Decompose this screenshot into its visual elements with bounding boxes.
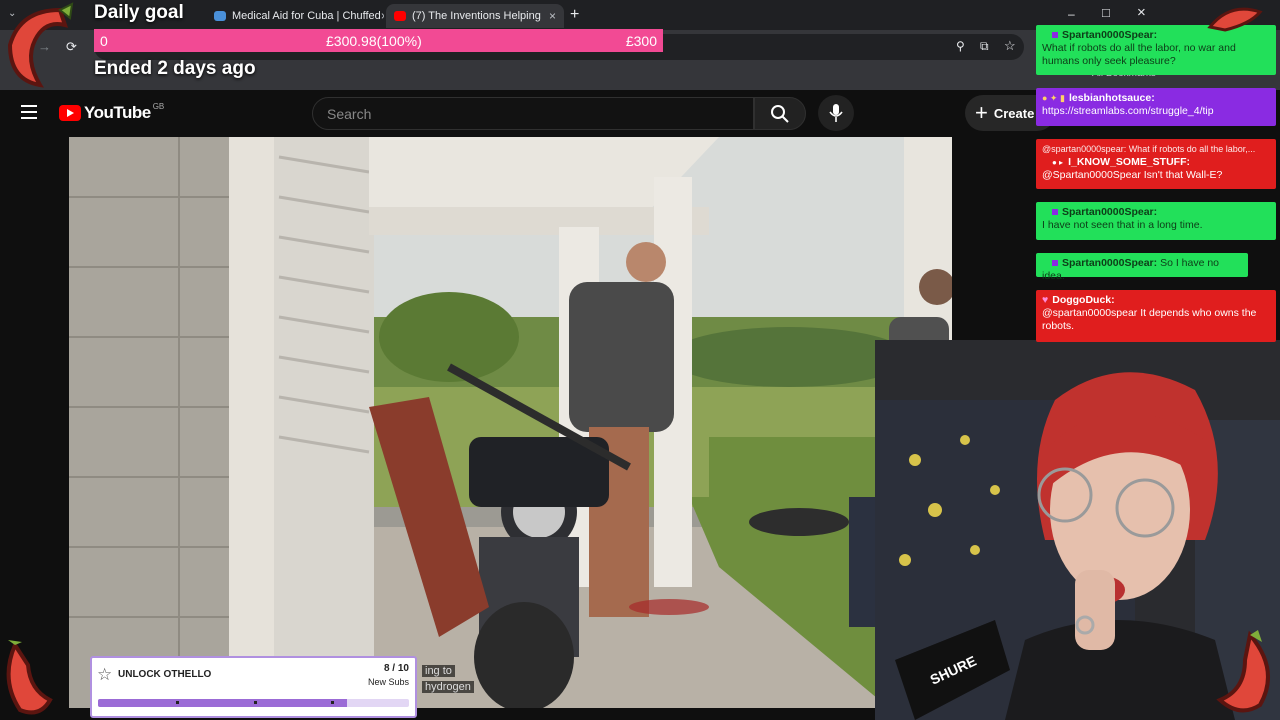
sub-goal-widget: ☆ UNLOCK OTHELLO 8 / 10 New Subs [90, 656, 417, 718]
close-tab-icon[interactable]: × [549, 9, 556, 23]
chat-badge-icon: ● ▸ [1052, 158, 1064, 167]
chat-reply-context: @spartan0000spear: What if robots do all… [1042, 144, 1256, 154]
chat-message: ♥ DoggoDuck: @spartan0000spear It depends… [1036, 290, 1276, 342]
chat-username: lesbianhotsauce: [1068, 92, 1155, 104]
goal-start-value: 0 [100, 32, 108, 49]
heart-icon: ♥ [1042, 294, 1049, 306]
chat-badge-icon: ● ✦ ▮ [1042, 93, 1065, 103]
close-window-button[interactable]: × [1137, 4, 1146, 21]
goal-current-value: £300.98(100%) [326, 32, 422, 49]
chat-text: https://streamlabs.com/struggle_4/tip [1042, 105, 1214, 117]
youtube-logo-text: YouTube [84, 103, 151, 122]
tab-youtube-video[interactable]: (7) The Inventions Helping × [386, 4, 564, 28]
chili-pepper-decoration-bottom-right [1216, 630, 1270, 713]
caption-line-1: ing to [422, 665, 455, 677]
sub-goal-unit: New Subs [367, 677, 409, 687]
chuffed-favicon-icon [214, 11, 226, 21]
sub-goal-count: 8 / 10 [383, 663, 409, 674]
youtube-play-icon [59, 105, 81, 121]
sub-goal-title: UNLOCK OTHELLO [118, 669, 212, 680]
minimize-button[interactable]: – [1068, 7, 1075, 21]
chat-message: Spartan0000Spear: I have not seen that i… [1036, 202, 1276, 240]
chat-badge-icon [1052, 32, 1058, 38]
caption-line-2: hydrogen [422, 681, 474, 693]
tab-label: Medical Aid for Cuba | Chuffed [232, 10, 381, 22]
chat-text: @spartan0000spear It depends who owns th… [1042, 307, 1257, 332]
video-frame-image [69, 137, 952, 708]
bookmark-star-icon[interactable]: ☆ [1004, 38, 1016, 54]
chat-message: ● ✦ ▮ lesbianhotsauce: https://streamlabs… [1036, 88, 1276, 126]
tab-label: (7) The Inventions Helping [412, 10, 541, 22]
search-input[interactable]: Search [312, 97, 754, 130]
maximize-button[interactable]: □ [1102, 5, 1110, 20]
create-label: Create [993, 105, 1035, 121]
goal-target-value: £300 [625, 32, 657, 49]
video-player[interactable]: ing to hydrogen [69, 137, 952, 708]
youtube-favicon-icon [394, 11, 406, 21]
chat-username: Spartan0000Spear: [1062, 257, 1158, 269]
chat-badge-icon [1052, 260, 1058, 266]
chat-username: Spartan0000Spear: [1062, 29, 1158, 41]
voice-search-button[interactable] [818, 95, 854, 131]
goal-progress-bar: 0 £300.98(100%) £300 [94, 29, 663, 52]
tab-medical-aid[interactable]: Medical Aid for Cuba | Chuffed × [206, 4, 384, 28]
chat-badge-icon [1052, 209, 1058, 215]
search-icon [771, 105, 789, 123]
sub-goal-ticks [98, 701, 409, 705]
chat-message: @spartan0000spear: What if robots do all… [1036, 139, 1276, 189]
chat-username: Spartan0000Spear: [1062, 206, 1158, 218]
star-icon: ☆ [97, 665, 113, 684]
microphone-icon [829, 104, 843, 122]
chat-text: What if robots do all the labor, no war … [1042, 42, 1236, 67]
chat-message: Spartan0000Spear: So I have no idea. [1036, 253, 1248, 282]
chat-text: @Spartan0000Spear Isn't that Wall-E? [1042, 169, 1223, 181]
chili-pepper-decoration-top-right [1207, 7, 1263, 32]
close-tab-icon[interactable]: × [381, 9, 384, 23]
chili-pepper-decoration-top-left [7, 2, 74, 88]
plus-icon: + [975, 100, 988, 125]
search-button[interactable] [754, 97, 806, 130]
chat-username: DoggoDuck: [1052, 294, 1115, 306]
goal-title: Daily goal [94, 2, 184, 23]
install-icon[interactable]: ⧉ [980, 39, 989, 54]
chat-username: I_KNOW_SOME_STUFF: [1068, 156, 1191, 168]
new-tab-button[interactable]: + [570, 6, 579, 24]
goal-status: Ended 2 days ago [94, 58, 256, 79]
search-placeholder: Search [327, 106, 372, 122]
hamburger-menu-icon[interactable] [21, 105, 37, 119]
youtube-logo[interactable]: YouTube GB [59, 101, 165, 123]
chat-message: Spartan0000Spear: What if robots do all … [1036, 25, 1276, 75]
chili-pepper-decoration-bottom-left [6, 640, 53, 715]
zoom-icon[interactable]: ⚲ [956, 39, 965, 53]
chat-text: I have not seen that in a long time. [1042, 219, 1203, 231]
region-code: GB [152, 101, 165, 111]
